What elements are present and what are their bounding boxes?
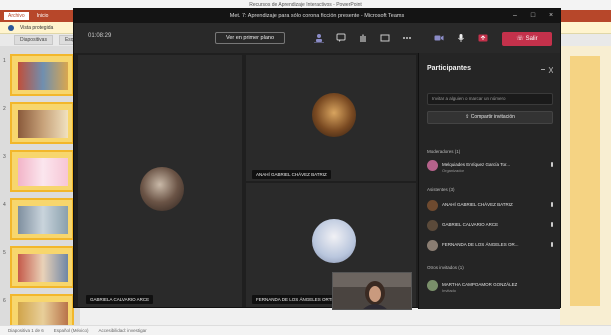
participant-row[interactable]: FERNANDA DE LOS ÁNGELES OR... [427, 239, 555, 253]
chat-icon[interactable] [336, 33, 346, 43]
microphone-icon [551, 202, 553, 207]
breakout-rooms-icon[interactable] [380, 33, 390, 43]
slide-canvas-edge [560, 46, 611, 326]
section-organizers[interactable]: Moderadores (1) [427, 149, 460, 154]
slide-image [18, 110, 68, 138]
raise-hand-icon[interactable] [358, 33, 368, 43]
slide-image [18, 206, 68, 234]
participants-icon[interactable] [314, 33, 324, 43]
share-invite-label: Compartir invitación [470, 114, 515, 120]
status-accessibility[interactable]: Accesibilidad: investigar [99, 328, 147, 333]
self-video-preview[interactable] [332, 272, 412, 310]
section-attendees[interactable]: Asistentes (3) [427, 187, 455, 192]
section-guests[interactable]: Otros invitados (1) [427, 265, 464, 270]
avatar [427, 220, 438, 231]
microphone-icon [551, 242, 553, 247]
participant-avatar [140, 167, 184, 211]
leave-label: Salir [525, 36, 538, 42]
slide-thumbnail[interactable]: 4 [3, 198, 74, 240]
microphone-icon[interactable] [456, 33, 466, 43]
microphone-icon [551, 222, 553, 227]
participant-role: Organizador [442, 168, 465, 173]
protected-view-label: Vista protegida [20, 24, 54, 31]
teams-meeting-window: Met. 7: Aprendizaje para sólo corona fic… [73, 8, 561, 310]
microphone-icon [551, 162, 553, 167]
avatar [427, 200, 438, 211]
panel-controls-icon[interactable] [541, 67, 553, 73]
self-video-image [333, 273, 411, 309]
slide-number: 6 [3, 298, 6, 304]
meeting-window-title: Met. 7: Aprendizaje para sólo corona fic… [229, 13, 405, 19]
invite-search-input[interactable]: Invitar a alguien o marcar un número [427, 93, 553, 105]
slide-thumbnail[interactable]: 2 [3, 102, 74, 144]
tile-name-tag: FERNANDA DE LOS ÁNGELES ORTIZ [252, 295, 340, 304]
slide-image [18, 158, 68, 186]
participant-name: GABRIEL CALVARIO ARCE [442, 222, 499, 227]
participant-row[interactable]: ANAHÍ GABRIEL CHÁVEZ BATRIZ [427, 199, 555, 213]
spotlight-button[interactable]: Ver en primer plano [215, 32, 285, 44]
slide-number: 1 [3, 58, 6, 64]
participant-row[interactable]: MARTHA CAMPOAMOR GONZÁLEZ Invitado [427, 279, 555, 293]
share-invite-button[interactable]: ⇪ Compartir invitación [427, 111, 553, 124]
avatar [427, 280, 438, 291]
participant-name: FERNANDA DE LOS ÁNGELES OR... [442, 242, 519, 247]
participant-row[interactable]: GABRIEL CALVARIO ARCE [427, 219, 555, 233]
avatar [427, 160, 438, 171]
status-language[interactable]: Español (México) [54, 328, 89, 333]
participant-name: ANAHÍ GABRIEL CHÁVEZ BATRIZ [442, 202, 513, 207]
participant-avatar [312, 219, 356, 263]
more-options-icon[interactable] [402, 33, 412, 43]
tile-name-tag: GABRIELA CALVARIO ARCE [86, 295, 154, 304]
video-tile[interactable]: GABRIELA CALVARIO ARCE [78, 55, 242, 307]
meeting-timer: 01:08:29 [88, 33, 112, 39]
slide-number: 5 [3, 250, 6, 256]
meeting-toolbar: 01:08:29 Ver en primer plano ☏ Salir [74, 23, 560, 53]
teams-titlebar: Met. 7: Aprendizaje para sólo corona fic… [74, 9, 560, 23]
avatar [427, 240, 438, 251]
tab-slides[interactable]: Diapositivas [14, 35, 53, 45]
participants-panel: Participantes Invitar a alguien o marcar… [418, 53, 560, 309]
ppt-tab-home[interactable]: Inicio [33, 12, 53, 20]
powerpoint-statusbar: Diapositiva 1 de 6 Español (México) Acce… [0, 325, 611, 335]
slide-decoration [570, 56, 600, 306]
participant-name: Melquiades Enríquez García Tor... [442, 162, 510, 167]
ppt-tab-file[interactable]: Archivo [4, 12, 29, 20]
slide-thumbnail[interactable]: 3 [3, 150, 74, 192]
maximize-icon[interactable]: □ [524, 9, 542, 23]
participant-row[interactable]: Melquiades Enríquez García Tor... Organi… [427, 159, 555, 173]
participant-name: MARTHA CAMPOAMOR GONZÁLEZ [442, 282, 518, 287]
participant-avatar [312, 93, 356, 137]
tile-name-tag: ANAHÍ GABRIEL CHÁVEZ BATRIZ [252, 170, 331, 179]
slide-thumbnail[interactable]: 1 [3, 54, 74, 96]
close-icon[interactable]: × [542, 9, 560, 23]
camera-icon[interactable] [434, 33, 444, 43]
slide-image [18, 254, 68, 282]
slide-image [18, 62, 68, 90]
slide-number: 2 [3, 106, 6, 112]
participant-role: Invitado [442, 288, 457, 293]
leave-button[interactable]: ☏ Salir [502, 32, 552, 46]
slide-number: 4 [3, 202, 6, 208]
minimize-icon[interactable]: – [506, 9, 524, 23]
slide-number: 3 [3, 154, 6, 160]
slide-thumbnail[interactable]: 5 [3, 246, 74, 288]
status-slide-count: Diapositiva 1 de 6 [8, 328, 44, 333]
info-icon [8, 24, 14, 31]
video-tile[interactable]: ANAHÍ GABRIEL CHÁVEZ BATRIZ [246, 55, 416, 181]
share-screen-icon[interactable] [478, 33, 488, 43]
participants-title: Participantes [427, 65, 471, 72]
slide-thumbnails-panel: 1 2 3 4 5 6 [0, 46, 80, 335]
